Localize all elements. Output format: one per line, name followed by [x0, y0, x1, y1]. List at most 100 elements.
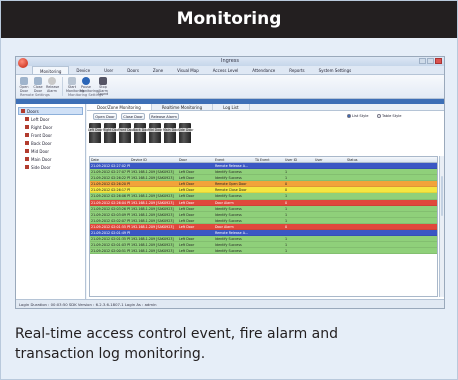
app-orb-icon[interactable]: [18, 58, 28, 68]
table-cell: Left Door: [179, 249, 195, 254]
minimize-icon[interactable]: [419, 58, 426, 64]
close-door-button[interactable]: Close Door: [121, 113, 145, 120]
door-icon[interactable]: Main Door: [163, 123, 179, 143]
column-header[interactable]: Event: [214, 157, 254, 162]
menu-reports[interactable]: Reports: [282, 66, 311, 74]
menu-access-level[interactable]: Access Level: [206, 66, 246, 74]
table-cell: Remote Open Door: [215, 182, 247, 187]
menu-user[interactable]: User: [97, 66, 120, 74]
column-header[interactable]: User: [314, 157, 346, 162]
table-cell: [254, 224, 284, 229]
table-cell: 1: [285, 176, 288, 181]
table-cell: [346, 187, 437, 192]
pause-monitoring-button[interactable]: Pause Monitoring: [80, 77, 98, 93]
table-cell: Left Door: [179, 176, 195, 181]
table-cell: [346, 224, 437, 229]
close-door-ribbon-button[interactable]: Close Door: [32, 77, 44, 93]
table-cell: [346, 163, 437, 168]
tree-item-door[interactable]: Left Door: [18, 115, 83, 123]
table-cell: [314, 200, 346, 205]
table-cell: [254, 200, 284, 205]
table-cell: [314, 206, 346, 211]
column-header[interactable]: Date: [90, 157, 130, 162]
table-cell: [130, 181, 178, 186]
release-alarm-ribbon-button[interactable]: Release Alarm: [46, 77, 59, 93]
table-cell: Remote Close Door: [215, 188, 247, 193]
menu-device[interactable]: Device: [69, 66, 97, 74]
table-cell: 21-09-2012 02:01:55 PM: [91, 224, 130, 229]
vertical-scrollbar[interactable]: [439, 156, 444, 297]
door-icon: [25, 149, 29, 153]
table-cell: [130, 230, 178, 235]
table-cell: Identify Success: [215, 212, 242, 217]
close-icon[interactable]: [435, 58, 442, 64]
tree-item-door[interactable]: Front Door: [18, 131, 83, 139]
maximize-icon[interactable]: [427, 58, 434, 64]
table-cell: 21-09-2012 02:02:07 PM: [91, 218, 130, 223]
scroll-thumb[interactable]: [441, 176, 443, 216]
menu-visual-map[interactable]: Visual Map: [170, 66, 206, 74]
table-row[interactable]: 21-09-2012 02:00:51 PM 192.168.1.209 [SAK…: [90, 248, 437, 255]
menu-doors[interactable]: Doors: [120, 66, 146, 74]
tab-log-list[interactable]: Log List: [213, 104, 250, 110]
open-door-ribbon-button[interactable]: Open Door: [18, 77, 30, 93]
radio-icon: [377, 114, 381, 118]
tab-door-zone-monitoring[interactable]: Door/Zone Monitoring: [87, 104, 152, 110]
table-cell: 192.168.1.209 [SAK0923]: [131, 176, 174, 181]
tree-item-doors[interactable]: Doors: [18, 107, 83, 115]
door-icon: [25, 141, 29, 145]
table-cell: 192.168.1.209 [SAK0923]: [131, 170, 174, 175]
release-alarm-button[interactable]: Release Alarm: [149, 113, 179, 120]
table-cell: [130, 187, 178, 192]
table-cell: 21-09-2012 02:26:20 PM: [91, 182, 130, 187]
table-cell: [314, 248, 346, 253]
table-style-radio[interactable]: Table Style: [377, 114, 401, 118]
table-cell: 192.168.1.209 [SAK0923]: [131, 194, 174, 199]
door-icon: [25, 117, 29, 121]
table-cell: 1: [285, 212, 288, 217]
remote-settings-label: Remote Settings: [20, 93, 50, 97]
main-panel: Door/Zone Monitoring Realtime Monitoring…: [87, 104, 444, 299]
tree-item-door[interactable]: Right Door: [18, 123, 83, 131]
table-cell: [254, 187, 284, 192]
table-cell: [346, 230, 437, 235]
door-icon[interactable]: Front Door: [118, 123, 135, 143]
door-icon: [34, 77, 42, 85]
no-icon: [48, 77, 56, 85]
open-door-button[interactable]: Open Door: [93, 113, 117, 120]
start-monitoring-button[interactable]: Start Monitoring: [66, 77, 84, 93]
column-header[interactable]: TA Event: [254, 157, 284, 162]
menu-attendance[interactable]: Attendance: [245, 66, 282, 74]
menu-monitoring[interactable]: Monitoring: [32, 66, 70, 74]
list-style-radio[interactable]: List Style: [347, 114, 368, 118]
table-cell: 192.168.1.209 [SAK0923]: [131, 237, 174, 242]
door-icon[interactable]: Side Door: [178, 123, 194, 143]
tree-item-door[interactable]: Main Door: [18, 155, 83, 163]
menu-zone[interactable]: Zone: [146, 66, 170, 74]
tree-item-door[interactable]: Side Door: [18, 163, 83, 171]
column-header[interactable]: Door: [178, 157, 214, 162]
door-icon: [25, 165, 29, 169]
door-icon[interactable]: Back Door: [133, 123, 149, 143]
tab-realtime-monitoring[interactable]: Realtime Monitoring: [152, 104, 214, 110]
column-header[interactable]: Status: [346, 157, 437, 162]
table-cell: 192.168.1.209 [SAK0923]: [131, 212, 174, 217]
column-header[interactable]: User ID: [284, 157, 314, 162]
tree-item-door[interactable]: Mid Door: [18, 147, 83, 155]
table-cell: [314, 181, 346, 186]
door-icon[interactable]: Mid Door: [148, 123, 164, 143]
door-icon[interactable]: Left Door: [88, 123, 104, 143]
card-title: Monitoring: [1, 1, 457, 38]
table-cell: 21-09-2012 02:26:22 PM: [91, 176, 130, 181]
tree-item-door[interactable]: Back Door: [18, 139, 83, 147]
door-icon[interactable]: Right Door: [103, 123, 120, 143]
feature-card: Monitoring Ingress Monitoring Device Use…: [0, 0, 458, 380]
table-cell: [254, 175, 284, 180]
table-cell: Left Door: [179, 194, 195, 199]
window-titlebar: Ingress: [16, 57, 444, 66]
door-tree-panel: Doors Left Door Right Door Front Door Ba…: [16, 104, 86, 299]
table-cell: Left Door: [179, 224, 195, 229]
table-cell: [314, 212, 346, 217]
column-header[interactable]: Device ID: [130, 157, 178, 162]
menu-system-settings[interactable]: System Settings: [312, 66, 359, 74]
